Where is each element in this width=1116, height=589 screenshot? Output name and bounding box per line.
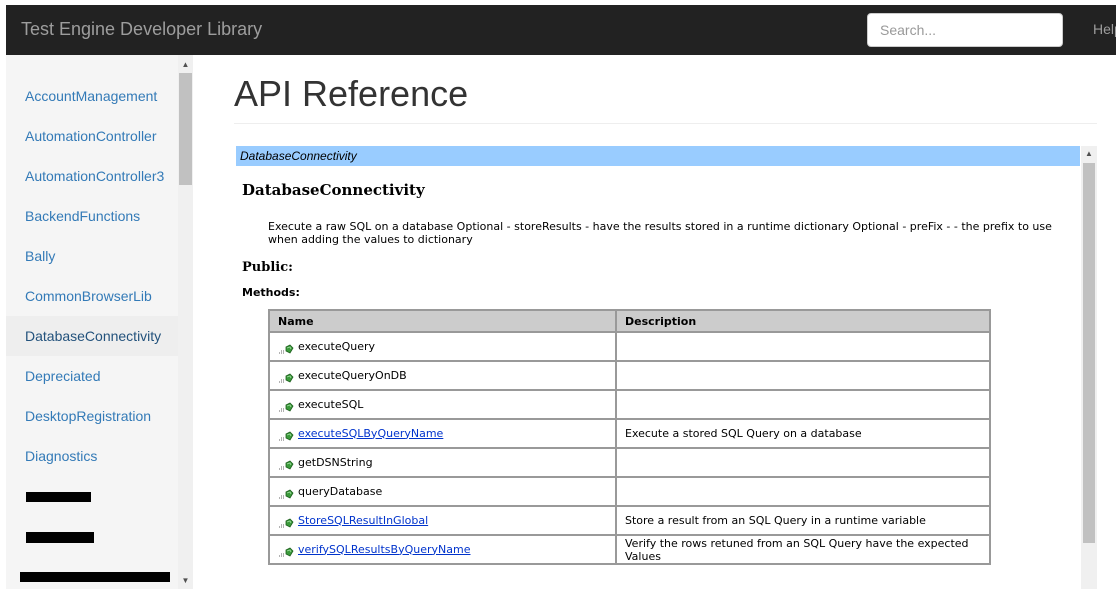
method-description: Store a result from an SQL Query in a ru… bbox=[615, 505, 991, 536]
column-header-name: Name bbox=[268, 309, 617, 333]
table-row: StoreSQLResultInGlobal Store a result fr… bbox=[268, 505, 991, 536]
method-name: executeQuery bbox=[298, 339, 376, 353]
method-name: getDSNString bbox=[298, 455, 373, 469]
sidebar-item-bally[interactable]: Bally bbox=[6, 236, 178, 276]
method-description: Execute a stored SQL Query on a database bbox=[615, 418, 991, 449]
doc-frame: DatabaseConnectivity ▲ DatabaseConnectiv… bbox=[236, 146, 1097, 589]
main-content: API Reference DatabaseConnectivity ▲ Dat… bbox=[194, 55, 1116, 589]
navbar: Test Engine Developer Library Help bbox=[6, 5, 1116, 55]
page-title: API Reference bbox=[234, 73, 469, 114]
method-description bbox=[615, 447, 991, 478]
sidebar-item-automationcontroller3[interactable]: AutomationController3 bbox=[6, 156, 178, 196]
method-description bbox=[615, 360, 991, 391]
sidebar: AccountManagement AutomationController A… bbox=[6, 55, 178, 589]
table-row: executeQuery bbox=[268, 331, 991, 362]
divider bbox=[234, 123, 1097, 124]
help-link[interactable]: Help bbox=[1093, 21, 1116, 37]
redacted-item[interactable] bbox=[20, 572, 170, 582]
method-description bbox=[615, 331, 991, 362]
frame-scroll-thumb[interactable] bbox=[1083, 163, 1095, 543]
method-description bbox=[615, 389, 991, 420]
table-row: queryDatabase bbox=[268, 476, 991, 507]
table-row: executeSQLByQueryName Execute a stored S… bbox=[268, 418, 991, 449]
sidebar-item-backendfunctions[interactable]: BackendFunctions bbox=[6, 196, 178, 236]
table-row: executeSQL bbox=[268, 389, 991, 420]
sidebar-item-diagnostics[interactable]: Diagnostics bbox=[6, 436, 178, 476]
public-heading: Public: bbox=[242, 260, 293, 275]
method-link[interactable]: executeSQLByQueryName bbox=[298, 427, 443, 440]
sidebar-item-automationcontroller[interactable]: AutomationController bbox=[6, 116, 178, 156]
scroll-down-arrow-icon[interactable]: ▼ bbox=[179, 574, 192, 588]
redacted-item[interactable] bbox=[26, 532, 94, 543]
scroll-up-arrow-icon[interactable]: ▲ bbox=[179, 58, 192, 72]
table-row: getDSNString bbox=[268, 447, 991, 478]
public-method-icon bbox=[278, 343, 294, 355]
public-method-icon bbox=[278, 517, 294, 529]
sidebar-item-databaseconnectivity[interactable]: DatabaseConnectivity bbox=[6, 316, 178, 356]
scroll-up-arrow-icon[interactable]: ▲ bbox=[1083, 148, 1095, 160]
column-header-description: Description bbox=[615, 309, 991, 333]
frame-header: DatabaseConnectivity bbox=[236, 146, 1080, 166]
public-method-icon bbox=[278, 459, 294, 471]
brand-title[interactable]: Test Engine Developer Library bbox=[21, 19, 262, 40]
table-header-row: Name Description bbox=[268, 309, 991, 333]
class-title: DatabaseConnectivity bbox=[242, 181, 425, 199]
method-link[interactable]: StoreSQLResultInGlobal bbox=[298, 514, 428, 527]
sidebar-item-desktopregistration[interactable]: DesktopRegistration bbox=[6, 396, 178, 436]
public-method-icon bbox=[278, 372, 294, 384]
method-name: executeSQL bbox=[298, 397, 364, 411]
search-input[interactable] bbox=[867, 13, 1063, 47]
method-description: Verify the rows retuned from an SQL Quer… bbox=[615, 534, 991, 565]
public-method-icon bbox=[278, 488, 294, 500]
redacted-item[interactable] bbox=[26, 492, 91, 502]
methods-heading: Methods: bbox=[242, 286, 300, 299]
methods-table: Name Description executeQuery executeQue… bbox=[268, 309, 991, 565]
method-description bbox=[615, 476, 991, 507]
method-name: executeQueryOnDB bbox=[298, 368, 407, 382]
sidebar-item-depreciated[interactable]: Depreciated bbox=[6, 356, 178, 396]
public-method-icon bbox=[278, 430, 294, 442]
method-link[interactable]: verifySQLResultsByQueryName bbox=[298, 543, 470, 556]
class-description: Execute a raw SQL on a database Optional… bbox=[268, 220, 1052, 246]
sidebar-item-commonbrowserlib[interactable]: CommonBrowserLib bbox=[6, 276, 178, 316]
sidebar-scroll-thumb[interactable] bbox=[179, 73, 192, 185]
table-row: verifySQLResultsByQueryName Verify the r… bbox=[268, 534, 991, 565]
public-method-icon bbox=[278, 401, 294, 413]
table-row: executeQueryOnDB bbox=[268, 360, 991, 391]
public-method-icon bbox=[278, 546, 294, 558]
sidebar-item-accountmanagement[interactable]: AccountManagement bbox=[6, 76, 178, 116]
method-name: queryDatabase bbox=[298, 484, 383, 498]
